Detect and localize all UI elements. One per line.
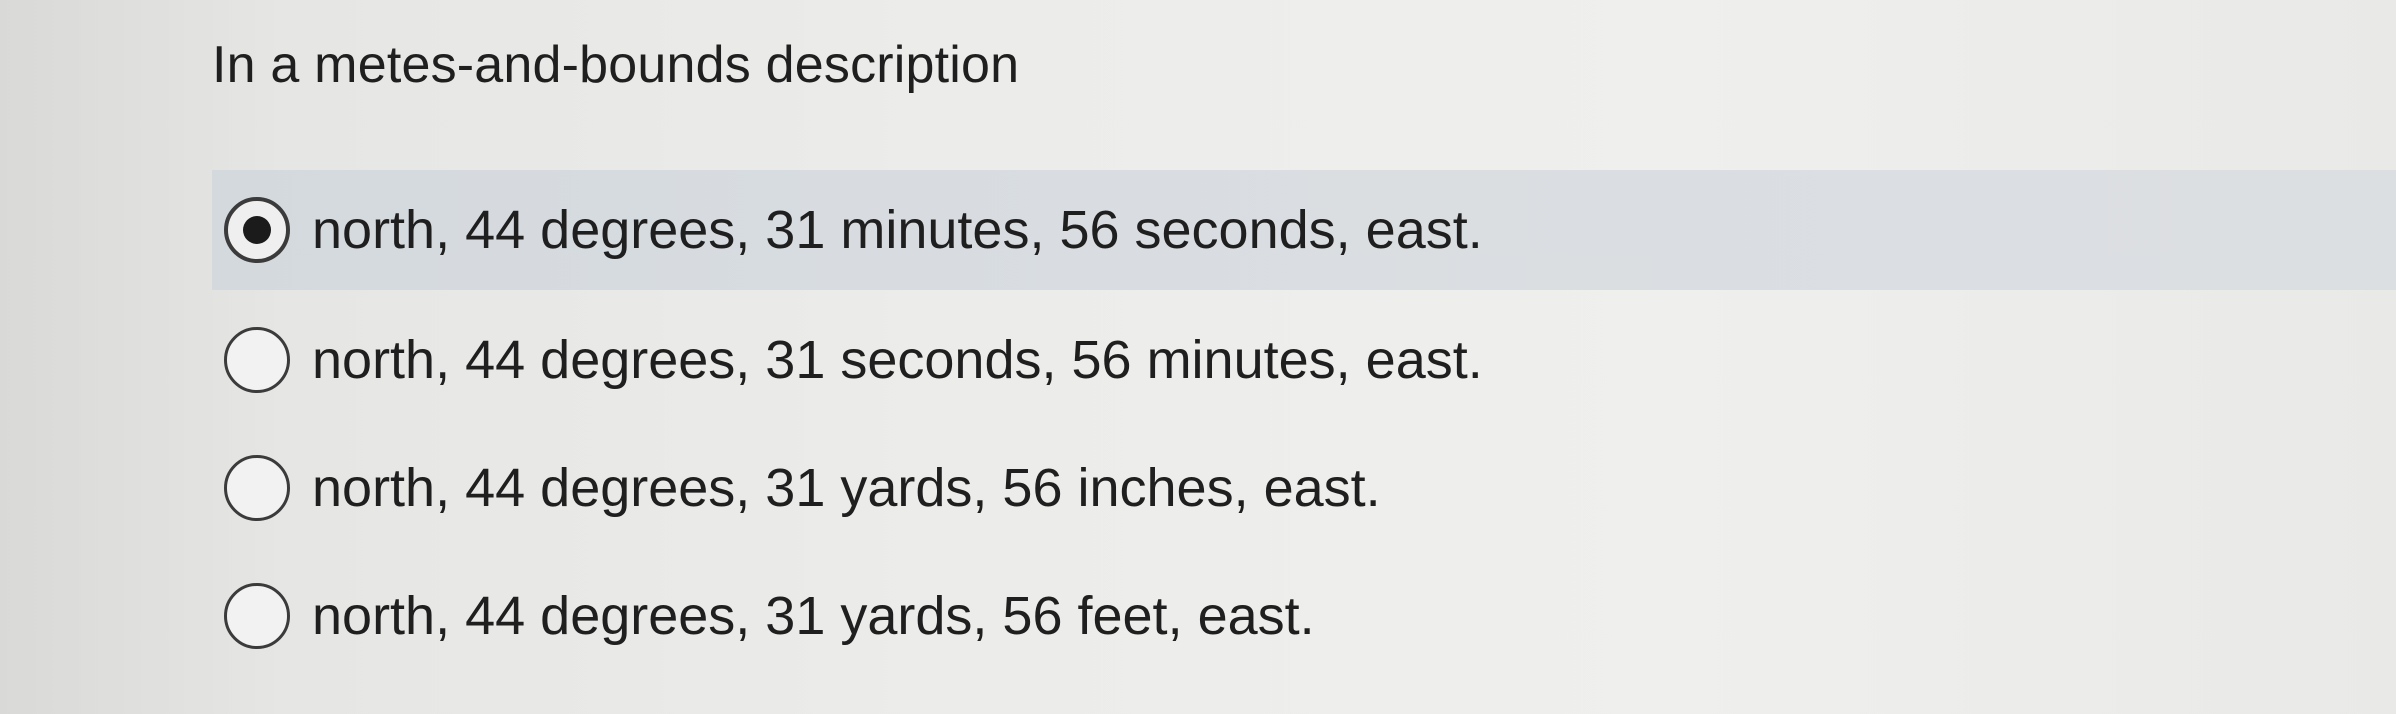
radio-button[interactable] [224, 583, 290, 649]
answer-option-label: north, 44 degrees, 31 minutes, 56 second… [312, 200, 1483, 260]
answer-option-3[interactable]: north, 44 degrees, 31 yards, 56 inches, … [212, 428, 1381, 548]
radio-dot [243, 216, 271, 244]
answer-option-label: north, 44 degrees, 31 yards, 56 feet, ea… [312, 586, 1315, 646]
answer-option-4[interactable]: north, 44 degrees, 31 yards, 56 feet, ea… [212, 556, 1315, 676]
answer-options: north, 44 degrees, 31 minutes, 56 second… [0, 0, 2396, 714]
answer-option-label: north, 44 degrees, 31 yards, 56 inches, … [312, 458, 1381, 518]
answer-option-2[interactable]: north, 44 degrees, 31 seconds, 56 minute… [212, 300, 1483, 420]
radio-button[interactable] [224, 327, 290, 393]
radio-button[interactable] [224, 455, 290, 521]
answer-option-1[interactable]: north, 44 degrees, 31 minutes, 56 second… [212, 170, 2396, 290]
answer-option-label: north, 44 degrees, 31 seconds, 56 minute… [312, 330, 1483, 390]
radio-button-selected[interactable] [224, 197, 290, 263]
